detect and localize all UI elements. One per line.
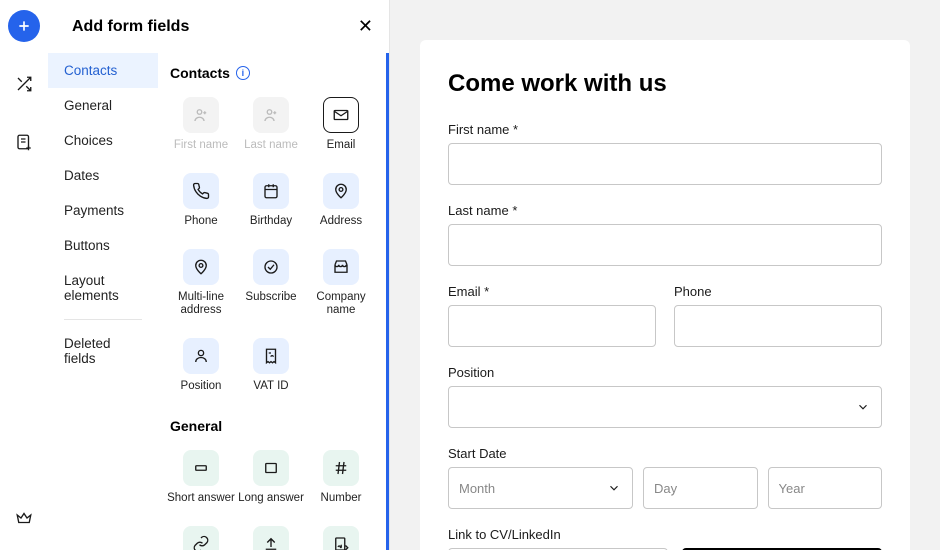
field-file-upload[interactable]: File upload	[236, 520, 306, 550]
label-first-name: First name *	[448, 122, 882, 137]
label-email: Email *	[448, 284, 656, 299]
signature-icon	[323, 526, 359, 550]
field-last-name[interactable]: Last name	[236, 91, 306, 163]
close-icon[interactable]: ✕	[358, 16, 373, 37]
field-phone[interactable]: Phone	[166, 167, 236, 239]
form-title: Come work with us	[448, 70, 882, 98]
person-icon	[183, 338, 219, 374]
field-email[interactable]: Email	[306, 91, 376, 163]
check-circle-icon	[253, 249, 289, 285]
fields-panel: Add form fields ✕ Contacts General Choic…	[48, 0, 390, 550]
left-rail	[0, 0, 48, 550]
category-buttons[interactable]: Buttons	[48, 228, 158, 263]
category-payments[interactable]: Payments	[48, 193, 158, 228]
category-contacts[interactable]: Contacts	[48, 53, 158, 88]
label-last-name: Last name *	[448, 203, 882, 218]
upload-icon	[253, 526, 289, 550]
crown-icon[interactable]	[8, 502, 40, 534]
info-icon[interactable]: i	[236, 66, 250, 80]
category-choices[interactable]: Choices	[48, 123, 158, 158]
field-number[interactable]: Number	[306, 444, 376, 516]
envelope-icon	[323, 97, 359, 133]
field-link[interactable]: Link	[166, 520, 236, 550]
shuffle-icon[interactable]	[8, 68, 40, 100]
category-dates[interactable]: Dates	[48, 158, 158, 193]
form-icon[interactable]	[8, 126, 40, 158]
receipt-icon	[253, 338, 289, 374]
select-position[interactable]	[448, 386, 882, 428]
label-position: Position	[448, 365, 882, 380]
section-heading-general: General	[170, 418, 222, 434]
link-icon	[183, 526, 219, 550]
category-deleted[interactable]: Deleted fields	[48, 326, 158, 376]
input-first-name[interactable]	[448, 143, 882, 185]
person-plus-icon	[253, 97, 289, 133]
category-list: Contacts General Choices Dates Payments …	[48, 53, 158, 550]
calendar-icon	[253, 173, 289, 209]
field-position[interactable]: Position	[166, 332, 236, 404]
field-birthday[interactable]: Birthday	[236, 167, 306, 239]
field-short-answer[interactable]: Short answer	[166, 444, 236, 516]
long-text-icon	[253, 450, 289, 486]
pin-icon	[323, 173, 359, 209]
field-subscribe[interactable]: Subscribe	[236, 243, 306, 329]
fields-scroll[interactable]: Contacts i First name Last name Email	[158, 53, 389, 550]
input-last-name[interactable]	[448, 224, 882, 266]
label-phone: Phone	[674, 284, 882, 299]
panel-title: Add form fields	[72, 18, 189, 36]
hash-icon	[323, 450, 359, 486]
label-start-date: Start Date	[448, 446, 882, 461]
field-first-name[interactable]: First name	[166, 91, 236, 163]
input-phone[interactable]	[674, 305, 882, 347]
section-heading-contacts: Contacts	[170, 65, 230, 81]
label-link: Link to CV/LinkedIn	[448, 527, 668, 542]
select-month[interactable]	[448, 467, 633, 509]
category-layout[interactable]: Layout elements	[48, 263, 158, 313]
storefront-icon	[323, 249, 359, 285]
category-general[interactable]: General	[48, 88, 158, 123]
field-vat[interactable]: VAT ID	[236, 332, 306, 404]
field-multiline-address[interactable]: Multi-line address	[166, 243, 236, 329]
field-company[interactable]: Company name	[306, 243, 376, 329]
phone-icon	[183, 173, 219, 209]
field-address[interactable]: Address	[306, 167, 376, 239]
short-text-icon	[183, 450, 219, 486]
field-signature[interactable]: Signature	[306, 520, 376, 550]
field-long-answer[interactable]: Long answer	[236, 444, 306, 516]
input-email[interactable]	[448, 305, 656, 347]
pin-icon	[183, 249, 219, 285]
input-year[interactable]	[768, 467, 883, 509]
person-plus-icon	[183, 97, 219, 133]
form-preview: Come work with us First name * Last name…	[390, 0, 940, 550]
add-button[interactable]	[8, 10, 40, 42]
input-day[interactable]	[643, 467, 758, 509]
